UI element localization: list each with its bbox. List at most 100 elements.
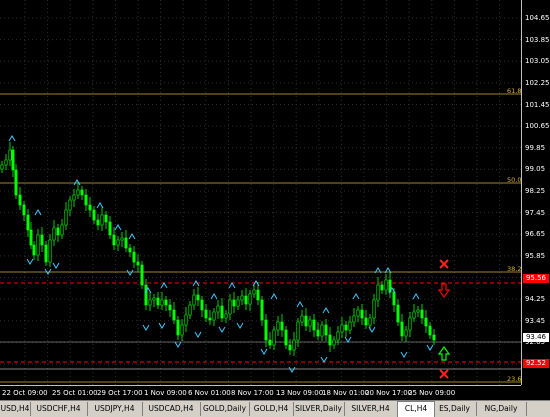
candle	[176, 316, 180, 340]
candle	[26, 209, 30, 237]
fractal-up-icon	[296, 301, 304, 308]
chart-tab[interactable]: USDJPY,H4	[87, 402, 143, 416]
candle	[108, 216, 112, 239]
fractal-down-icon	[26, 258, 34, 265]
candle	[400, 314, 404, 341]
chart-tab[interactable]: USDCAD,H4	[142, 402, 201, 416]
candle	[156, 292, 160, 309]
candle	[260, 296, 264, 326]
chart-tab[interactable]: USD,H4	[0, 402, 31, 416]
fractal-down-icon	[44, 268, 52, 275]
candle	[388, 272, 392, 298]
candle	[184, 307, 188, 332]
fractal-down-icon	[344, 336, 352, 343]
time-tick-label: 1 Nov 09:00	[144, 389, 187, 397]
candle	[152, 294, 156, 307]
price-tick-label: 99.85	[525, 143, 546, 152]
time-tick-label: 25 Oct 01:00	[52, 389, 98, 397]
fractal-up-icon	[412, 293, 420, 300]
chart-window: 61.8 50.0 38.2 23.6 104.65 103.85 103.05 10…	[0, 0, 550, 417]
candle	[348, 316, 352, 334]
buy-arrow-icon	[437, 345, 451, 361]
candle	[404, 326, 408, 342]
candle	[68, 196, 72, 216]
candle	[104, 211, 108, 229]
candle	[18, 187, 22, 210]
candle	[88, 197, 92, 217]
candle	[272, 326, 276, 350]
candle	[304, 308, 308, 331]
candle	[228, 294, 232, 320]
candle	[168, 299, 172, 317]
current-price-badge: 93.46	[523, 333, 549, 342]
candle	[72, 189, 76, 207]
candle	[144, 279, 148, 310]
time-tick-label: 6 Nov 01:00	[188, 389, 231, 397]
chart-tab[interactable]: ES,Daily	[433, 402, 477, 416]
chart-tab[interactable]: USDCHF,H4	[30, 402, 88, 416]
candle	[132, 246, 136, 268]
candle	[76, 182, 80, 199]
stop-price-badge: 95.56	[523, 274, 549, 283]
price-chart[interactable]	[0, 0, 521, 385]
candle	[40, 227, 44, 252]
candle	[84, 189, 88, 211]
candle	[32, 241, 36, 260]
fractal-down-icon	[400, 351, 408, 358]
candle	[232, 292, 236, 313]
chart-tab-bar: USD,H4 USDCHF,H4 USDJPY,H4 USDCAD,H4 GOLD,Da…	[0, 400, 550, 417]
chart-tab[interactable]: SILVER,H4	[344, 402, 398, 416]
candle	[48, 234, 52, 267]
candle	[352, 308, 356, 327]
fractal-down-icon	[260, 348, 268, 355]
candle	[188, 301, 192, 319]
candle	[280, 314, 284, 337]
candle	[320, 321, 324, 341]
candle	[164, 296, 168, 311]
fractal-up-icon	[322, 307, 330, 314]
time-axis[interactable]: 22 Oct 09:00 25 Oct 01:00 29 Oct 17:00 1 No…	[0, 385, 521, 401]
cross-icon	[439, 369, 449, 379]
candle	[268, 332, 272, 349]
candle	[384, 274, 388, 295]
candle	[36, 229, 40, 261]
price-tick-label: 102.25	[525, 78, 550, 87]
price-tick-label: 97.45	[525, 208, 546, 217]
fractal-up-icon	[96, 202, 104, 209]
candle	[240, 290, 244, 305]
fractal-down-icon	[174, 341, 182, 348]
time-tick-label: 13 Nov 09:00	[276, 389, 324, 397]
price-tick-label: 94.25	[525, 295, 546, 304]
candle	[412, 304, 416, 322]
candle	[136, 254, 140, 272]
price-axis[interactable]: 104.65 103.85 103.05 102.25 101.45 100.65 99.8…	[521, 0, 550, 385]
time-tick-label: 22 Oct 09:00	[2, 389, 48, 397]
candle	[64, 202, 68, 230]
candle	[300, 310, 304, 326]
candle	[140, 261, 144, 289]
candle	[248, 290, 252, 311]
fractal-down-icon	[126, 269, 134, 276]
fractal-down-icon	[236, 322, 244, 329]
chart-tab[interactable]: GOLD,Daily	[200, 402, 250, 416]
chart-tab[interactable]: GOLD,H4	[249, 402, 294, 416]
candle	[116, 236, 120, 251]
candle	[332, 336, 336, 349]
candle	[44, 241, 48, 266]
price-tick-label: 93.45	[525, 316, 546, 325]
price-tick-label: 96.65	[525, 230, 546, 239]
candle	[52, 220, 56, 246]
cross-icon	[439, 259, 449, 269]
chart-tab[interactable]: NG,Daily	[476, 402, 527, 416]
fractal-down-icon	[52, 262, 60, 269]
candle	[420, 304, 424, 324]
price-tick-label: 99.05	[525, 165, 546, 174]
level-lines	[0, 93, 521, 383]
candle	[8, 142, 12, 166]
candle	[200, 296, 204, 317]
chart-tab[interactable]: CL,H4	[397, 401, 435, 417]
chart-tab[interactable]: SILVER,Daily	[293, 402, 345, 416]
fibo-level-label: 61.8	[507, 87, 522, 95]
candle	[408, 312, 412, 337]
candles	[0, 142, 436, 356]
